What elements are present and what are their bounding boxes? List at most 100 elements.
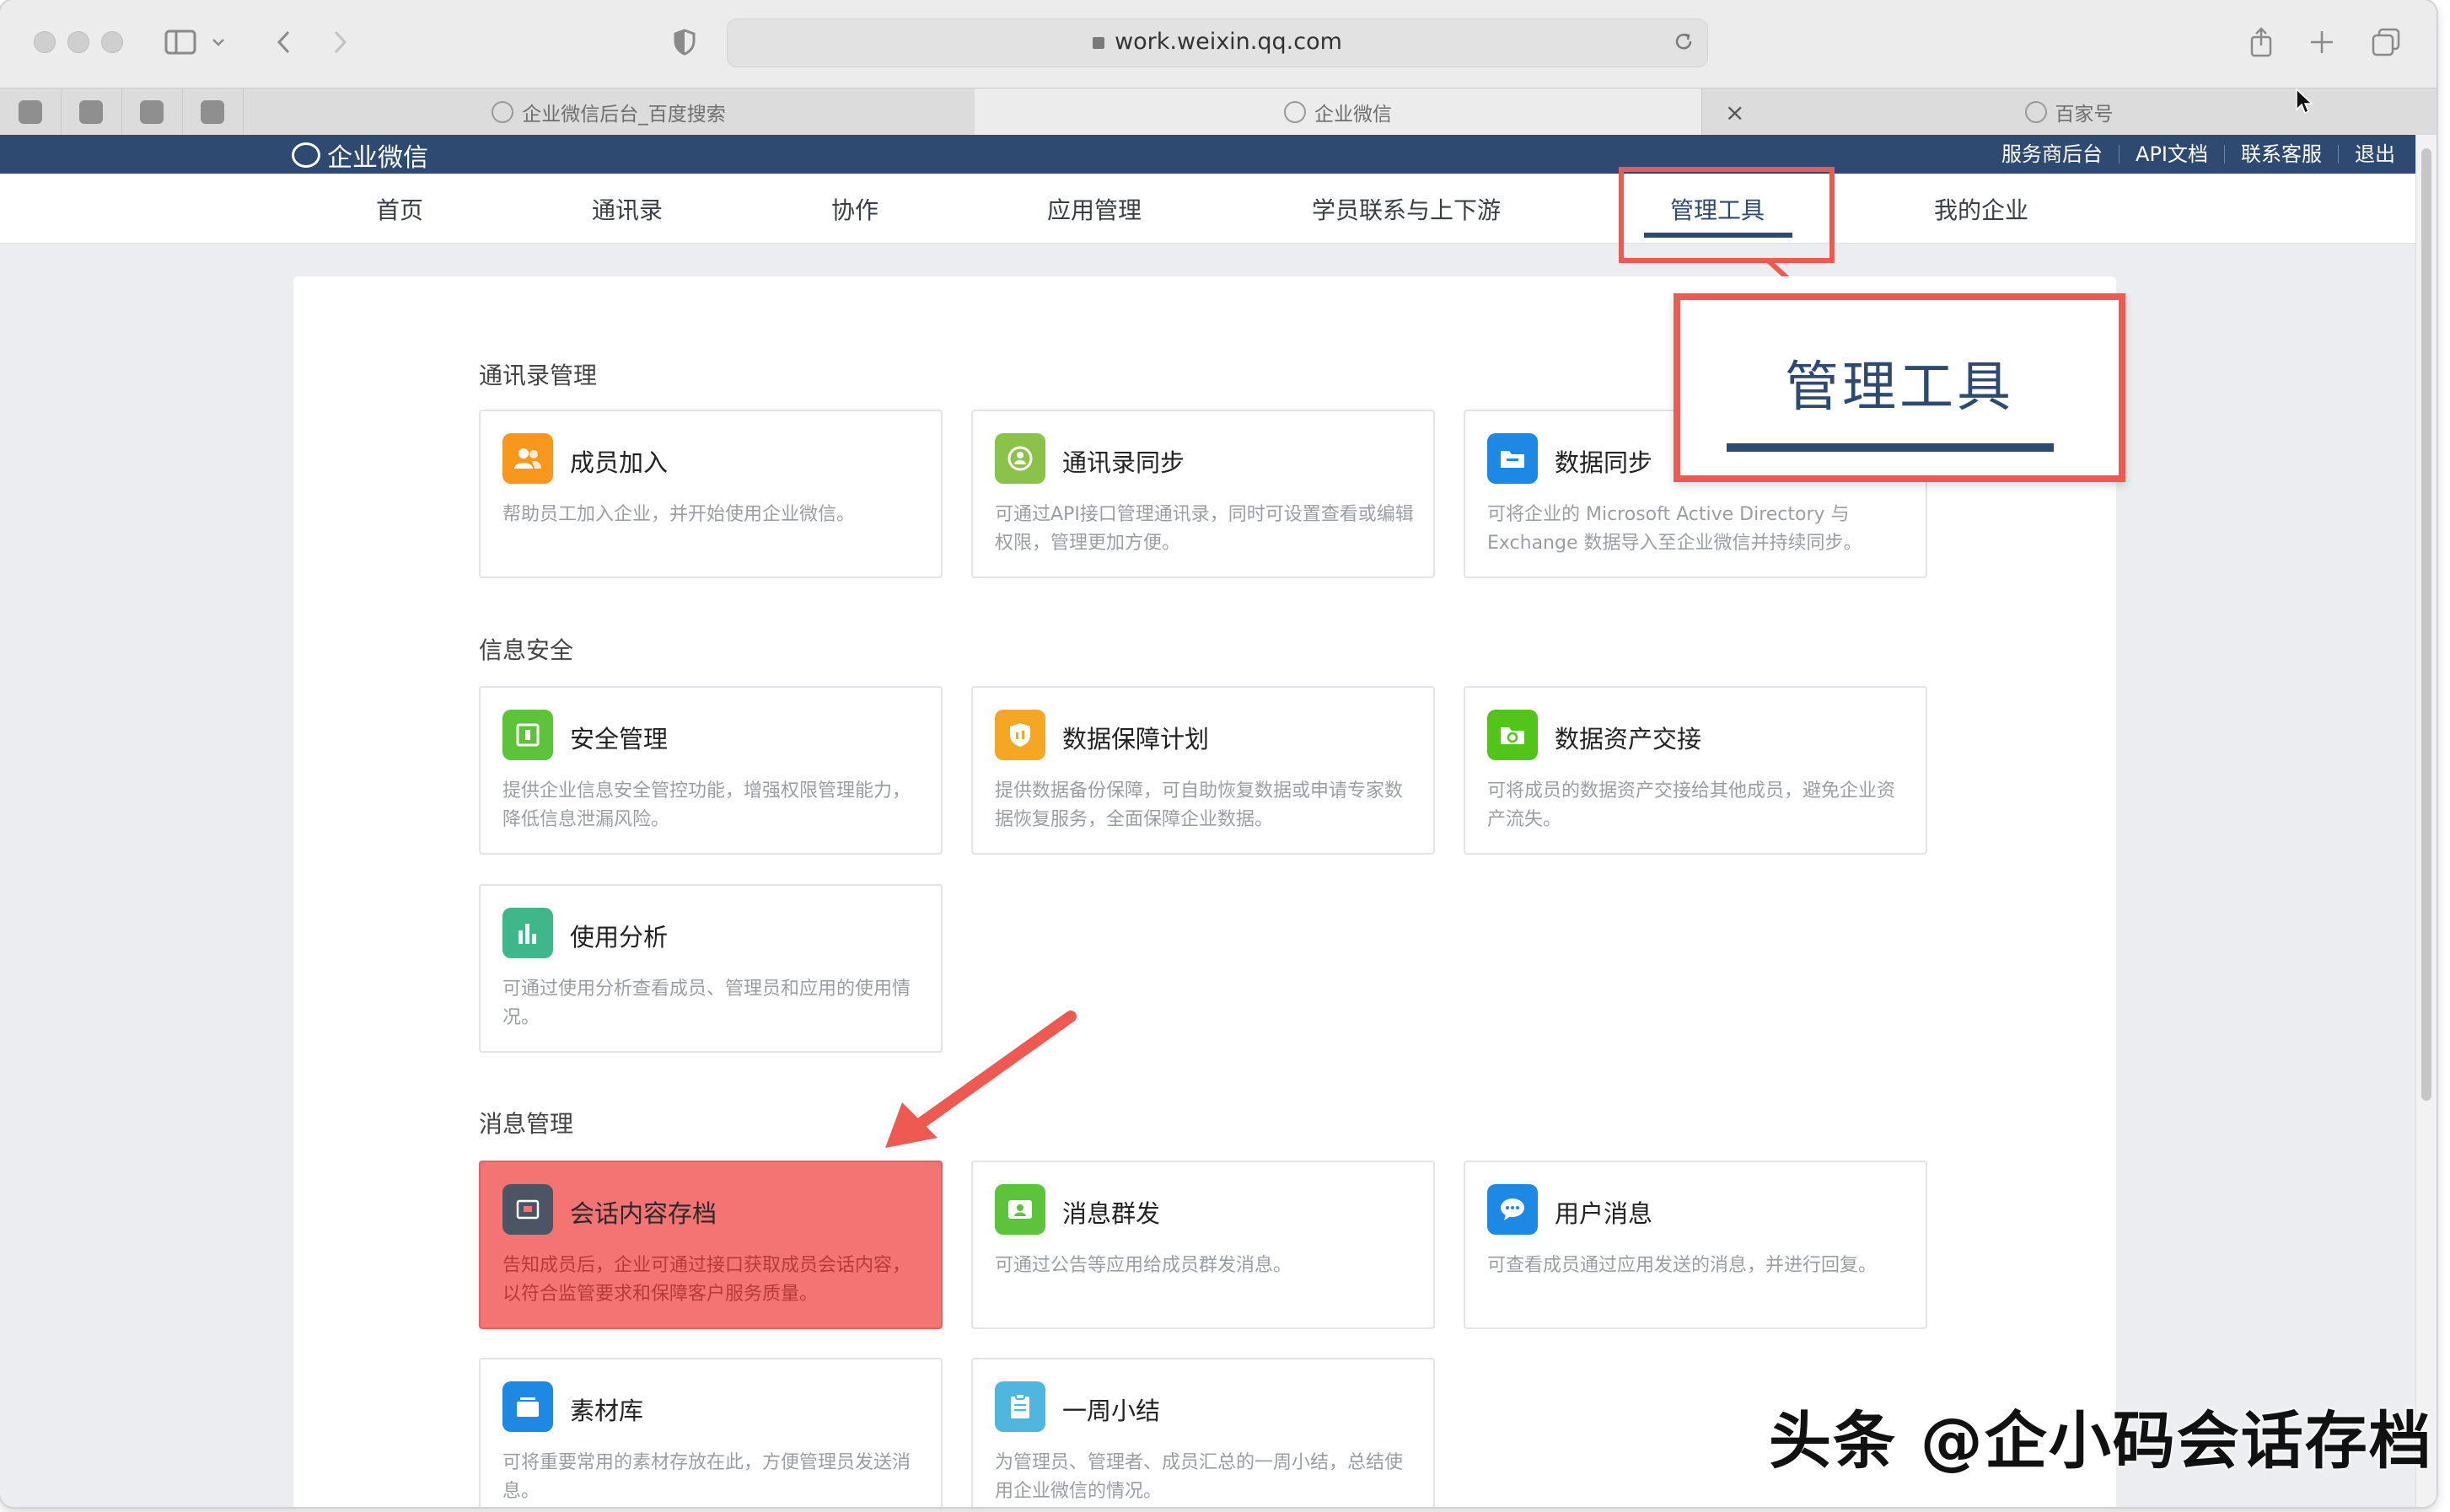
minimize-window-button[interactable] — [67, 31, 89, 53]
tab-baijiahao[interactable]: × 百家号 — [1701, 88, 2437, 136]
chat-icon — [1487, 1184, 1538, 1235]
users-icon — [502, 433, 553, 484]
back-icon[interactable] — [260, 20, 307, 64]
contact-support-link[interactable]: 联系客服 — [2224, 144, 2338, 164]
card-title: 安全管理 — [570, 725, 669, 753]
tab-overview-icon[interactable] — [2362, 20, 2410, 64]
analytics-icon — [502, 908, 553, 958]
tab-wework[interactable]: 企业微信 — [975, 88, 1702, 136]
vertical-scrollbar[interactable] — [2415, 135, 2437, 1507]
annotation-arrow — [885, 1011, 1077, 1148]
chart-icon — [201, 100, 224, 124]
sync-contacts-icon — [995, 433, 1045, 484]
pinned-tab-bilibili[interactable] — [61, 88, 122, 136]
close-tab-icon[interactable]: × — [1725, 99, 1744, 126]
section-title-contacts: 通讯录管理 — [479, 362, 598, 389]
clipboard-icon — [995, 1381, 1045, 1432]
nav-contacts[interactable]: 通讯录 — [592, 192, 663, 226]
card-material-library[interactable]: 素材库 可将重要常用的素材存放在此，方便管理员发送消息。 — [479, 1358, 943, 1507]
card-title: 通讯录同步 — [1062, 448, 1185, 477]
lock-icon — [1093, 36, 1105, 49]
new-tab-icon[interactable] — [2298, 20, 2345, 64]
card-description: 提供数据备份保障，可自助恢复数据或申请专家数据恢复服务，全面保障企业数据。 — [995, 780, 1404, 830]
scrollbar-thumb[interactable] — [2421, 148, 2431, 1101]
card-security-management[interactable]: 安全管理 提供企业信息安全管控功能，增强权限管理能力，降低信息泄漏风险。 — [479, 686, 943, 855]
logout-link[interactable]: 退出 — [2338, 144, 2415, 164]
card-description: 可通过API接口管理通讯录，同时可设置查看或编辑权限，管理更加方便。 — [995, 504, 1414, 554]
wework-logo-icon — [292, 142, 320, 168]
pinned-tab-chart[interactable] — [182, 88, 244, 136]
card-description: 可查看成员通过应用发送的消息，并进行回复。 — [1487, 1255, 1878, 1276]
card-description: 告知成员后，企业可通过接口获取成员会话内容，以符合监管要求和保障客户服务质量。 — [502, 1255, 911, 1305]
address-bar[interactable]: work.weixin.qq.com — [727, 19, 1708, 67]
api-docs-link[interactable]: API文档 — [2119, 144, 2224, 164]
handover-icon — [1487, 710, 1538, 760]
card-description: 可将企业的 Microsoft Active Directory 与 Excha… — [1487, 504, 1862, 554]
tab-baidu-search[interactable]: 企业微信后台_百度搜索 — [243, 88, 975, 136]
nav-customer-contact[interactable]: 学员联系与上下游 — [1312, 192, 1501, 226]
nav-home[interactable]: 首页 — [376, 192, 423, 226]
section-title-messages: 消息管理 — [479, 1110, 574, 1138]
watermark-text: 头条 @企小码会话存档 — [1769, 1405, 2433, 1477]
privacy-shield-icon[interactable] — [661, 20, 708, 64]
highlight-box — [1619, 167, 1835, 263]
card-data-protection[interactable]: 数据保障计划 提供数据备份保障，可自助恢复数据或申请专家数据恢复服务，全面保障企… — [971, 686, 1435, 855]
url-text: work.weixin.qq.com — [1115, 29, 1342, 55]
sidebar-toggle-icon[interactable] — [157, 20, 204, 64]
chevron-down-icon[interactable] — [206, 20, 231, 64]
pinned-tab-cube[interactable] — [121, 88, 183, 136]
card-title: 数据保障计划 — [1062, 725, 1210, 753]
main-nav: 首页 通讯录 协作 应用管理 学员联系与上下游 管理工具 我的企业 — [0, 174, 2415, 244]
forward-icon[interactable] — [317, 20, 364, 64]
tab-bar: 企业微信后台_百度搜索 企业微信 × 百家号 — [0, 88, 2437, 136]
nav-app-management[interactable]: 应用管理 — [1047, 192, 1142, 226]
zoom-window-button[interactable] — [101, 31, 123, 53]
card-title: 消息群发 — [1062, 1199, 1161, 1228]
callout-label: 管理工具 — [1785, 357, 2014, 419]
wework-logo-icon — [1284, 101, 1306, 123]
card-title: 成员加入 — [570, 448, 669, 477]
section-title-security: 信息安全 — [479, 636, 574, 664]
nav-my-company[interactable]: 我的企业 — [1934, 192, 2028, 226]
card-description: 可通过使用分析查看成员、管理员和应用的使用情况。 — [502, 979, 911, 1028]
card-description: 帮助员工加入企业，并开始使用企业微信。 — [502, 504, 856, 525]
card-title: 数据资产交接 — [1555, 725, 1702, 753]
browser-toolbar: work.weixin.qq.com — [0, 0, 2437, 88]
zoom-callout: 管理工具 — [1674, 293, 2125, 482]
cube-icon — [140, 100, 164, 124]
card-description: 提供企业信息安全管控功能，增强权限管理能力，降低信息泄漏风险。 — [502, 780, 911, 830]
folder-sync-icon — [1487, 433, 1538, 484]
card-member-join[interactable]: 成员加入 帮助员工加入企业，并开始使用企业微信。 — [479, 410, 943, 578]
reload-icon[interactable] — [1672, 29, 1695, 56]
card-asset-handover[interactable]: 数据资产交接 可将成员的数据资产交接给其他成员，避免企业资产流失。 — [1464, 686, 1927, 855]
card-title: 会话内容存档 — [570, 1199, 717, 1228]
nav-collaboration[interactable]: 协作 — [831, 192, 878, 226]
pinned-tab-baidu[interactable] — [0, 88, 62, 136]
card-chat-archive[interactable]: 会话内容存档 告知成员后，企业可通过接口获取成员会话内容，以符合监管要求和保障客… — [479, 1161, 943, 1329]
site-header: 企业微信 服务商后台 API文档 联系客服 退出 — [0, 135, 2415, 174]
site-logo[interactable]: 企业微信 — [292, 137, 428, 174]
tab-label: 企业微信 — [1314, 104, 1392, 126]
card-title: 一周小结 — [1062, 1397, 1161, 1425]
baidu-paw-icon — [492, 101, 514, 123]
card-mass-message[interactable]: 消息群发 可通过公告等应用给成员群发消息。 — [971, 1161, 1435, 1329]
close-window-button[interactable] — [34, 31, 56, 53]
tv-icon — [79, 100, 103, 124]
service-provider-link[interactable]: 服务商后台 — [1985, 144, 2119, 164]
card-contacts-sync[interactable]: 通讯录同步 可通过API接口管理通讯录，同时可设置查看或编辑权限，管理更加方便。 — [971, 410, 1435, 578]
baidu-paw-icon — [2024, 101, 2047, 123]
card-description: 可通过公告等应用给成员群发消息。 — [995, 1255, 1292, 1276]
card-title: 素材库 — [570, 1397, 644, 1425]
shield-icon — [995, 710, 1045, 760]
security-icon — [502, 710, 553, 760]
card-weekly-summary[interactable]: 一周小结 为管理员、管理者、成员汇总的一周小结，总结使用企业微信的情况。 — [971, 1358, 1435, 1507]
brand-name: 企业微信 — [327, 143, 428, 173]
card-title: 使用分析 — [570, 923, 669, 952]
share-icon[interactable] — [2238, 20, 2285, 64]
archive-icon — [502, 1184, 553, 1235]
browser-window: work.weixin.qq.com 企业微信后台_百度搜索 企业微信 × 百家… — [0, 0, 2437, 1507]
broadcast-icon — [995, 1184, 1045, 1235]
card-user-messages[interactable]: 用户消息 可查看成员通过应用发送的消息，并进行回复。 — [1464, 1161, 1927, 1329]
tab-label: 百家号 — [2055, 104, 2114, 126]
callout-underline — [1727, 443, 2054, 452]
